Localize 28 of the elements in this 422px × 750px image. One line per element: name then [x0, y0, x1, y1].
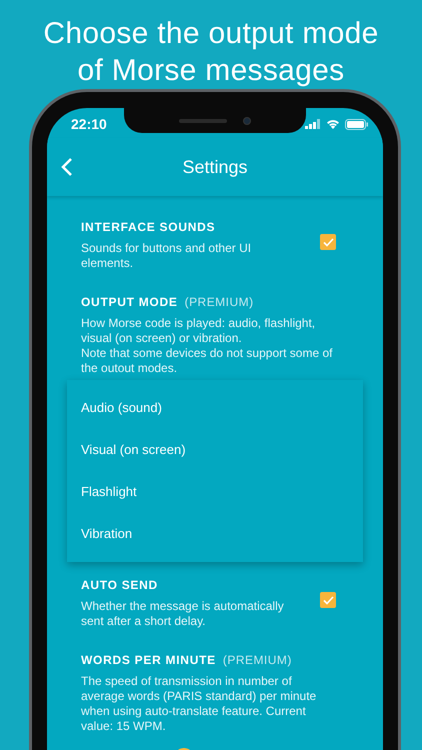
setting-description: Whether the message is automatically sent after a short delay. — [81, 599, 285, 629]
headline: of Morse messages — [78, 53, 344, 89]
setting-description: Sounds for buttons and other UI elements. — [81, 241, 252, 271]
setting-description: The speed of transmission in number of average words (PARIS standard) per minute when using auto-translate feature. Current value: 15 WPM. — [81, 674, 318, 734]
page-title: Settings — [182, 156, 248, 179]
status-time: 22:10 — [71, 114, 107, 134]
menu-item[interactable]: Visual (on screen) — [67, 429, 363, 471]
premium-label: (PREMIUM) — [222, 652, 292, 669]
premium-label: (PREMIUM) — [184, 294, 254, 311]
headline: Choose the output mode — [43, 16, 379, 52]
checkbox[interactable] — [320, 234, 336, 250]
back-icon[interactable] — [61, 157, 73, 177]
battery-icon — [345, 118, 369, 130]
setting-title: OUTPUT MODE — [81, 294, 178, 311]
setting-title: AUTO SEND — [81, 577, 158, 594]
check-icon — [322, 238, 334, 246]
camera-icon — [243, 116, 251, 124]
setting-description: Note that some devices do not support some of the outout modes. — [81, 346, 334, 376]
menu-item[interactable]: Flashlight — [67, 471, 363, 513]
menu-item[interactable]: Vibration — [67, 513, 363, 555]
setting-title: WORDS PER MINUTE — [81, 652, 216, 669]
menu-item[interactable]: Audio (sound) — [67, 387, 363, 429]
checkbox[interactable] — [320, 592, 336, 608]
setting-description: How Morse code is played: audio, flashlight, visual (on screen) or vibration. — [81, 316, 316, 346]
check-icon — [322, 596, 334, 604]
signal-icon — [305, 119, 321, 129]
setting-title: INTERFACE SOUNDS — [81, 219, 216, 236]
wifi-icon — [326, 119, 340, 129]
